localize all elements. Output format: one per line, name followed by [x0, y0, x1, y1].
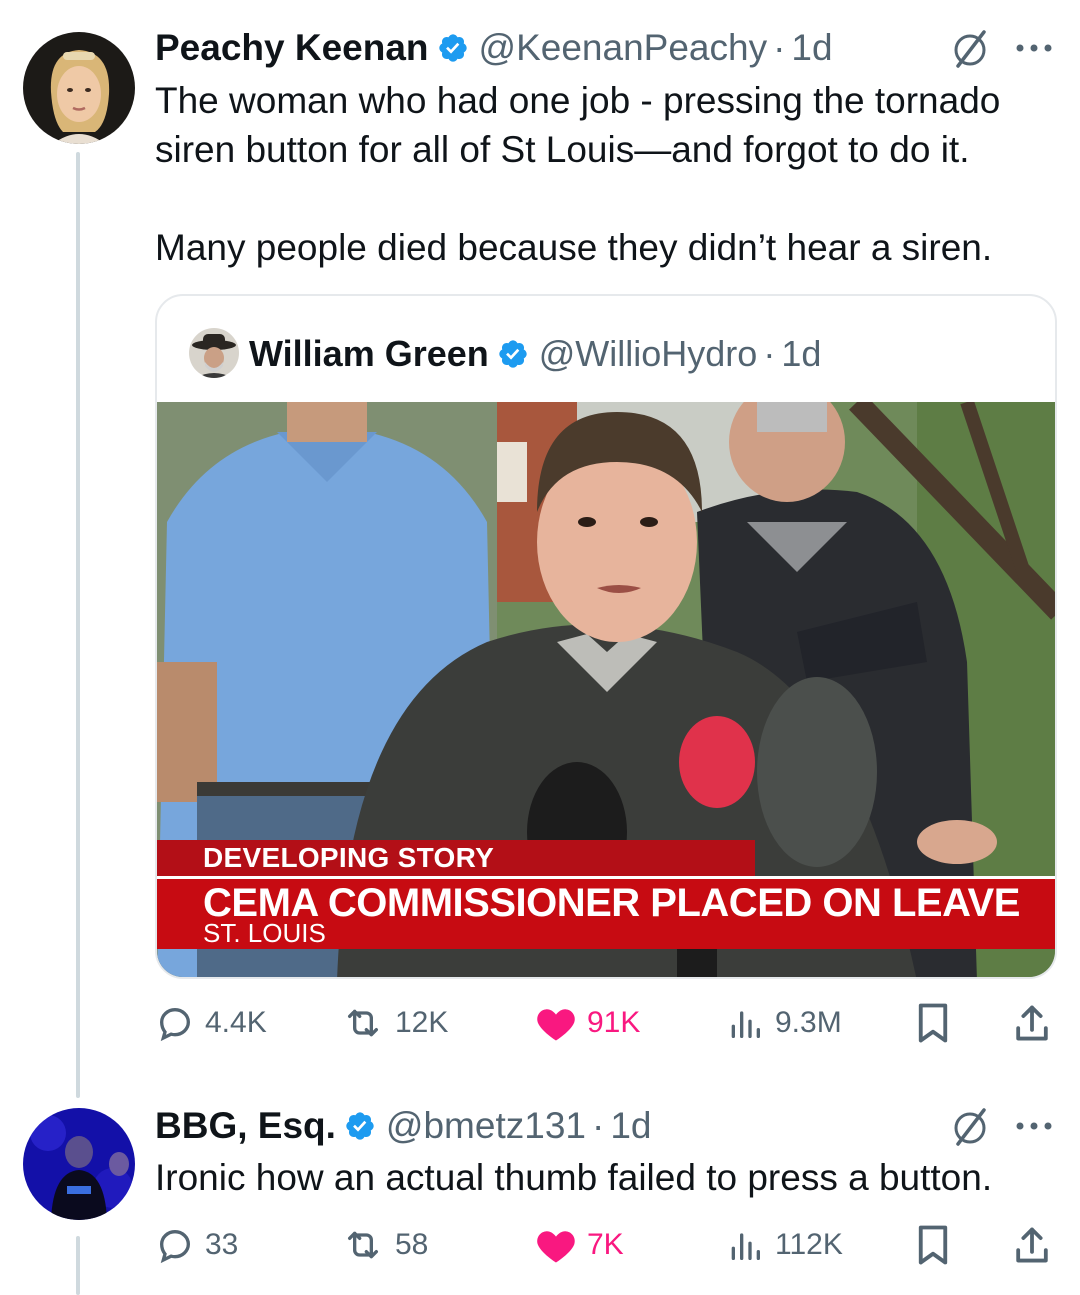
chyron-tag: DEVELOPING STORY: [157, 840, 755, 876]
thread-line-1: [76, 152, 80, 1098]
share-button[interactable]: [1013, 1220, 1051, 1270]
tweet-1-actions: 4.4K 12K 91K 9.3M: [155, 998, 1055, 1048]
verified-badge-icon: [346, 1112, 374, 1140]
tweet-1-header: Peachy Keenan @KeenanPeachy · 1d: [155, 26, 833, 70]
views-button[interactable]: 112K: [725, 1220, 843, 1270]
tweet-text-line: The woman who had one job - pressing the…: [155, 80, 1001, 121]
views-button[interactable]: 9.3M: [725, 998, 842, 1048]
verified-badge-icon: [438, 34, 467, 62]
author-handle[interactable]: @KeenanPeachy: [479, 26, 768, 70]
tweet-2-actions: 33 58 7K 112K: [155, 1220, 1055, 1270]
tweet-2-text: Ironic how an actual thumb failed to pre…: [155, 1153, 1055, 1202]
views-count: 112K: [775, 1228, 843, 1261]
grok-icon[interactable]: [950, 1104, 990, 1148]
timestamp[interactable]: 1d: [791, 26, 832, 70]
reply-button[interactable]: 33: [155, 1220, 238, 1270]
reply-icon: [159, 1229, 191, 1264]
like-icon: [537, 1231, 575, 1263]
tweet-text-line: [155, 174, 1055, 223]
quote-tweet-card[interactable]: William Green @WillioHydro · 1d DEVELOPI…: [155, 294, 1057, 979]
tweet-text-line: siren button for all of St Louis—and for…: [155, 129, 970, 170]
quote-author-handle[interactable]: @WillioHydro: [539, 332, 758, 376]
bookmark-icon: [918, 1003, 948, 1043]
thread-line-2: [76, 1236, 80, 1295]
reply-button[interactable]: 4.4K: [155, 998, 267, 1048]
reply-icon: [159, 1007, 191, 1042]
views-icon: [731, 1011, 760, 1038]
bookmark-button[interactable]: [915, 998, 951, 1048]
repost-count: 12K: [395, 1006, 449, 1039]
tweet-text-line: Many people died because they didn’t hea…: [155, 227, 993, 268]
separator-dot: ·: [763, 333, 776, 374]
timestamp[interactable]: 1d: [610, 1104, 651, 1148]
repost-icon: [347, 1231, 378, 1259]
author-name[interactable]: BBG, Esq.: [155, 1104, 336, 1148]
verified-badge-icon: [499, 340, 527, 368]
chyron-headline: CEMA COMMISSIONER PLACED ON LEAVE: [203, 881, 1020, 925]
chyron-bar: CEMA COMMISSIONER PLACED ON LEAVE ST. LO…: [157, 879, 1055, 949]
tweet-text-line: Ironic how an actual thumb failed to pre…: [155, 1157, 993, 1198]
separator-dot: ·: [591, 1105, 605, 1146]
repost-count: 58: [395, 1228, 429, 1261]
more-icon[interactable]: [1014, 1120, 1054, 1132]
avatar-bbg-esq[interactable]: [23, 1108, 135, 1220]
more-icon[interactable]: [1014, 42, 1054, 54]
like-icon: [537, 1009, 575, 1041]
repost-button[interactable]: 58: [341, 1220, 428, 1270]
author-handle[interactable]: @bmetz131: [386, 1104, 586, 1148]
like-button[interactable]: 7K: [535, 1220, 624, 1270]
bookmark-button[interactable]: [915, 1220, 951, 1270]
avatar-peachy-keenan[interactable]: [23, 32, 135, 144]
reply-count: 33: [205, 1228, 239, 1261]
repost-button[interactable]: 12K: [341, 998, 448, 1048]
quote-header: William Green @WillioHydro · 1d: [249, 332, 821, 376]
author-name[interactable]: Peachy Keenan: [155, 26, 429, 70]
quote-media-video[interactable]: DEVELOPING STORY CEMA COMMISSIONER PLACE…: [157, 402, 1055, 977]
like-button[interactable]: 91K: [535, 998, 640, 1048]
share-icon: [1016, 1005, 1048, 1041]
views-count: 9.3M: [775, 1006, 842, 1039]
like-count: 91K: [587, 1006, 641, 1039]
avatar-william-green: [189, 328, 239, 378]
share-icon: [1016, 1227, 1048, 1263]
share-button[interactable]: [1013, 998, 1051, 1048]
like-count: 7K: [587, 1228, 624, 1261]
repost-icon: [347, 1009, 378, 1037]
bookmark-icon: [918, 1225, 948, 1265]
quote-timestamp[interactable]: 1d: [781, 332, 821, 376]
grok-icon[interactable]: [950, 26, 990, 70]
quote-author-name[interactable]: William Green: [249, 332, 489, 376]
tweet-2-header: BBG, Esq. @bmetz131 · 1d: [155, 1104, 651, 1148]
reply-count: 4.4K: [205, 1006, 267, 1039]
separator-dot: ·: [773, 27, 786, 68]
views-icon: [731, 1233, 760, 1260]
tweet-1-text: The woman who had one job - pressing the…: [155, 76, 1055, 272]
